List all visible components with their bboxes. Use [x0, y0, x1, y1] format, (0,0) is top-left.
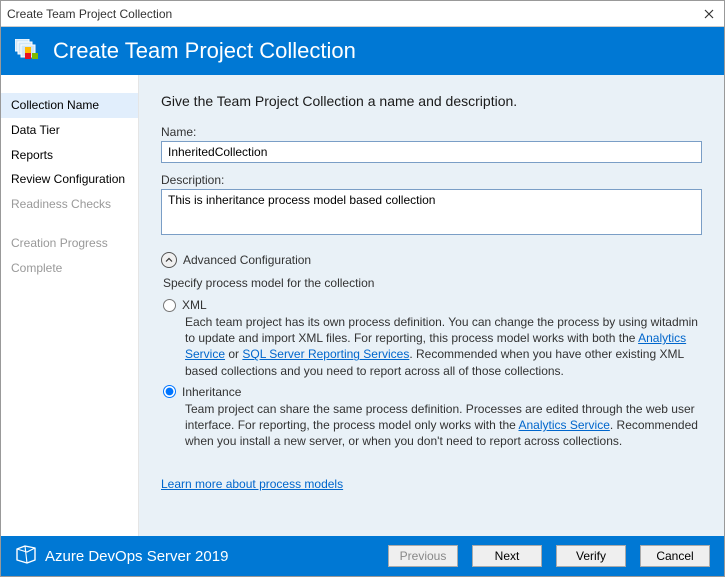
step-creation-progress: Creation Progress	[1, 231, 138, 256]
step-complete: Complete	[1, 256, 138, 281]
chevron-up-icon	[161, 252, 177, 268]
radio-inheritance[interactable]	[163, 385, 176, 398]
advanced-configuration-toggle[interactable]: Advanced Configuration	[161, 252, 702, 268]
advanced-configuration-label: Advanced Configuration	[183, 253, 311, 267]
inheritance-description: Team project can share the same process …	[185, 401, 702, 450]
radio-xml[interactable]	[163, 299, 176, 312]
azure-devops-logo-icon	[15, 543, 37, 569]
step-collection-name[interactable]: Collection Name	[1, 93, 138, 118]
xml-description: Each team project has its own process de…	[185, 314, 702, 379]
titlebar: Create Team Project Collection	[1, 1, 724, 27]
verify-button[interactable]: Verify	[556, 545, 626, 567]
wizard-header: Create Team Project Collection	[1, 27, 724, 75]
radio-xml-label: XML	[182, 298, 207, 312]
description-label: Description:	[161, 173, 702, 187]
wizard-main: Give the Team Project Collection a name …	[139, 75, 724, 536]
name-input[interactable]	[161, 141, 702, 163]
collections-icon	[15, 37, 43, 65]
name-label: Name:	[161, 125, 702, 139]
cancel-button[interactable]: Cancel	[640, 545, 710, 567]
window-title: Create Team Project Collection	[7, 7, 700, 21]
description-input[interactable]: This is inheritance process model based …	[161, 189, 702, 235]
step-readiness-checks: Readiness Checks	[1, 192, 138, 217]
close-icon[interactable]	[700, 5, 718, 23]
footer-brand-text: Azure DevOps Server 2019	[45, 548, 228, 565]
next-button[interactable]: Next	[472, 545, 542, 567]
wizard-footer: Azure DevOps Server 2019 Previous Next V…	[1, 536, 724, 576]
previous-button[interactable]: Previous	[388, 545, 458, 567]
page-heading: Give the Team Project Collection a name …	[161, 93, 702, 109]
step-reports[interactable]: Reports	[1, 143, 138, 168]
step-review-configuration[interactable]: Review Configuration	[1, 167, 138, 192]
header-title: Create Team Project Collection	[53, 38, 356, 64]
link-analytics-service-inheritance[interactable]: Analytics Service	[519, 418, 610, 432]
link-ssrs[interactable]: SQL Server Reporting Services	[242, 347, 409, 361]
link-learn-more[interactable]: Learn more about process models	[161, 477, 343, 491]
advanced-subtitle: Specify process model for the collection	[163, 276, 702, 290]
wizard-sidebar: Collection Name Data Tier Reports Review…	[1, 75, 139, 536]
step-data-tier[interactable]: Data Tier	[1, 118, 138, 143]
radio-inheritance-label: Inheritance	[182, 385, 241, 399]
